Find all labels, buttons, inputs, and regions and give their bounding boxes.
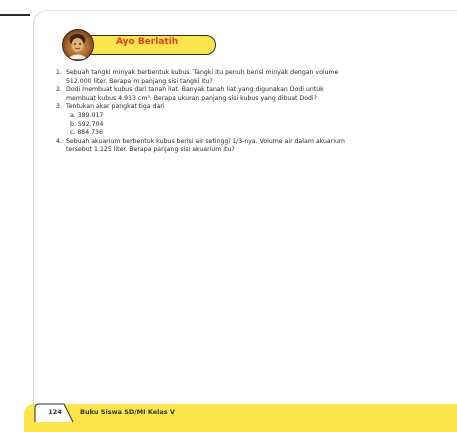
exercise-item: 4. Sebuah akuarium berbentuk kubus beris… — [56, 138, 346, 155]
exercise-text: Sebuah akuarium berbentuk kubus berisi a… — [66, 137, 345, 154]
exercise-item: 1. Sebuah tangki minyak berbentuk kubus.… — [56, 69, 346, 86]
option-item: c. 884.736 — [70, 129, 103, 137]
exercise-item: 2. Dodi membuat kubus dari tanah liat. B… — [56, 86, 346, 103]
option-item: a. 389.017 — [70, 111, 104, 119]
page-number: 124 — [48, 408, 62, 416]
book-caption: Buku Siswa SD/MI Kelas V — [80, 408, 175, 416]
exercise-text: Tentukan akar pangkat tiga dari — [66, 103, 165, 111]
exercise-number: 1. — [56, 69, 62, 76]
exercise-text: Sebuah tangki minyak berbentuk kubus. Ta… — [66, 69, 339, 85]
corner-rule — [0, 14, 30, 16]
exercise-text: Dodi membuat kubus dari tanah liat. Bany… — [66, 86, 324, 102]
section-title: Ayo Berlatih — [116, 37, 179, 47]
exercise-list: 1. Sebuah tangki minyak berbentuk kubus.… — [56, 69, 346, 155]
exercise-item: 3. Tentukan akar pangkat tiga dari a. 38… — [56, 103, 346, 137]
option-list: a. 389.017 b. 592.704 c. 884.736 — [66, 112, 346, 138]
student-photo-icon — [62, 29, 94, 61]
option-item: b. 592.704 — [70, 120, 104, 128]
exercise-number: 3. — [56, 103, 62, 111]
exercise-number: 4. — [56, 137, 62, 145]
student-photo-graphic — [67, 34, 88, 59]
exercise-number: 2. — [56, 86, 62, 94]
